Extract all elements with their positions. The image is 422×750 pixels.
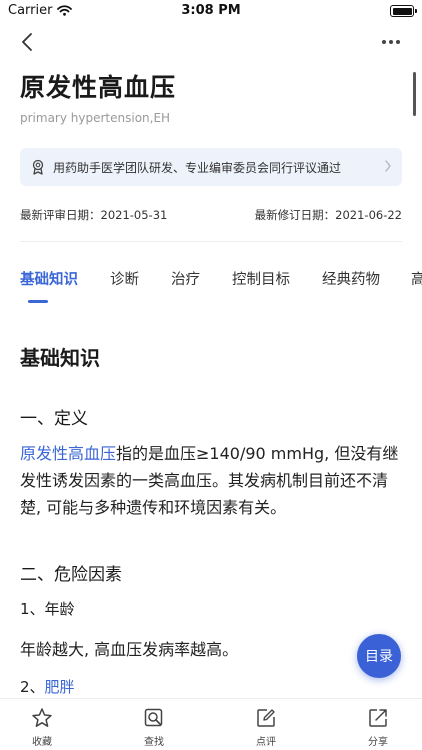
definition-paragraph: 原发性高血压指的是血压≥140/90 mmHg, 但没有继发性诱发因素的一类高血… [20, 444, 399, 517]
search-icon [144, 708, 163, 727]
status-right [390, 5, 417, 17]
tab-treatment[interactable]: 治疗 [171, 268, 200, 289]
tab-classic-drugs[interactable]: 经典药物 [322, 268, 380, 289]
definition-title: 一、定义 [20, 409, 88, 429]
risk-item-age-title: 1、年龄 [20, 600, 75, 618]
bottom-toolbar: 收藏 查找 点评 分享 [0, 698, 422, 750]
more-button[interactable] [378, 28, 404, 56]
back-button[interactable] [14, 28, 40, 56]
page-subtitle: primary hypertension,EH [20, 111, 171, 125]
share-icon [369, 709, 387, 727]
status-bar: Carrier 3:08 PM [0, 0, 422, 24]
section-heading: 基础知识 [20, 346, 100, 370]
obesity-link[interactable]: 肥胖 [45, 678, 75, 696]
battery-icon [390, 5, 417, 17]
active-tab-indicator [28, 300, 48, 303]
definition-link[interactable]: 原发性高血压 [20, 444, 116, 463]
favorite-button[interactable]: 收藏 [12, 707, 72, 748]
award-icon [32, 159, 44, 175]
find-button[interactable]: 查找 [124, 707, 184, 748]
edit-icon [257, 709, 275, 727]
risk-item-obesity: 2、肥胖 [20, 678, 75, 696]
status-left: Carrier [8, 3, 73, 18]
star-icon [32, 708, 52, 727]
chevron-right-icon [385, 160, 391, 172]
tab-diagnosis[interactable]: 诊断 [110, 268, 139, 289]
page-title: 原发性高血压 [20, 73, 177, 102]
review-banner-text: 用药助手医学团队研发、专业编审委员会同行评议通过 [53, 160, 342, 175]
carrier-label: Carrier [8, 3, 53, 18]
review-banner[interactable]: 用药助手医学团队研发、专业编审委员会同行评议通过 [20, 148, 402, 186]
wifi-icon [57, 5, 73, 16]
divider [20, 241, 402, 242]
toc-button[interactable]: 目录 [357, 634, 401, 678]
ellipsis-icon [382, 40, 400, 44]
comment-button[interactable]: 点评 [236, 707, 296, 748]
tab-control-target[interactable]: 控制目标 [232, 268, 290, 289]
share-button[interactable]: 分享 [348, 707, 408, 748]
nav-bar [0, 26, 422, 60]
tab-more[interactable]: 高 [411, 268, 422, 289]
risk-factors-title: 二、危险因素 [20, 565, 122, 585]
dates-row: 最新评审日期：2021-05-31 最新修订日期：2021-06-22 [20, 207, 402, 225]
risk-item-age-text: 年龄越大, 高血压发病率越高。 [20, 640, 239, 659]
tab-bar: 基础知识 诊断 治疗 控制目标 经典药物 高 [0, 268, 422, 308]
scrollbar[interactable] [413, 72, 416, 116]
tab-basics[interactable]: 基础知识 [20, 268, 78, 289]
chevron-left-icon [22, 33, 32, 51]
review-date: 最新评审日期：2021-05-31 [20, 208, 168, 222]
revise-date: 最新修订日期：2021-06-22 [254, 208, 402, 222]
